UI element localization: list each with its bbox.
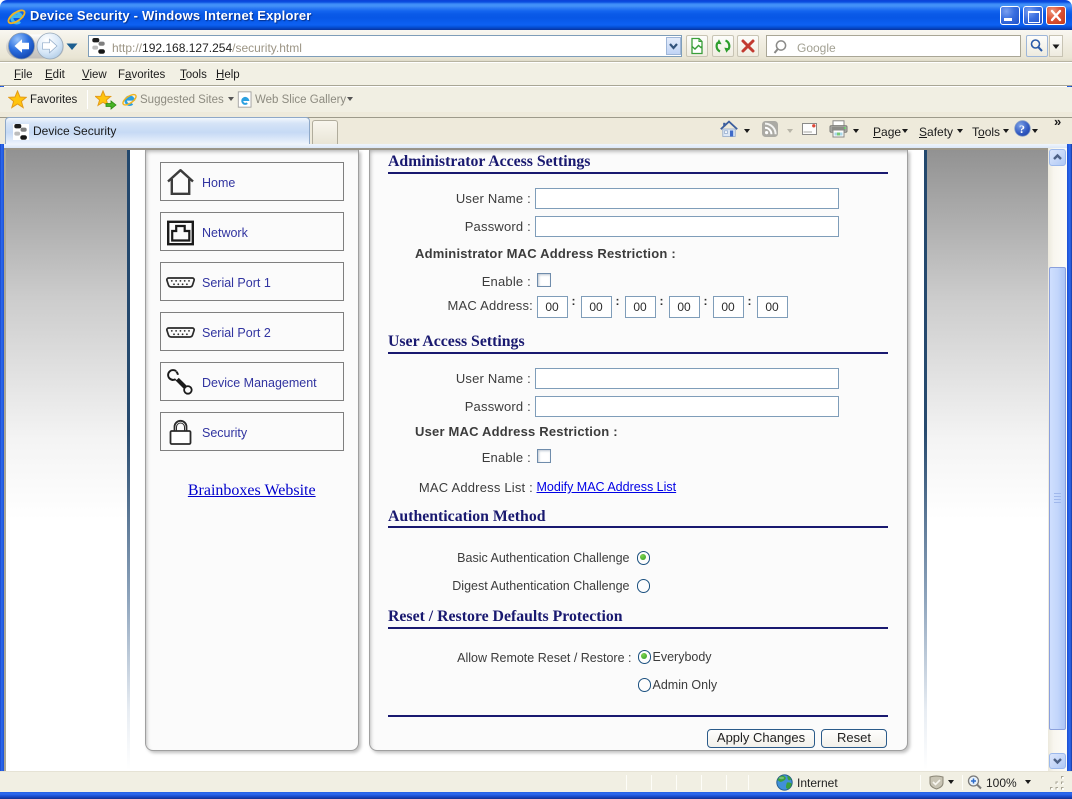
svg-text:?: ? [1019, 122, 1025, 136]
